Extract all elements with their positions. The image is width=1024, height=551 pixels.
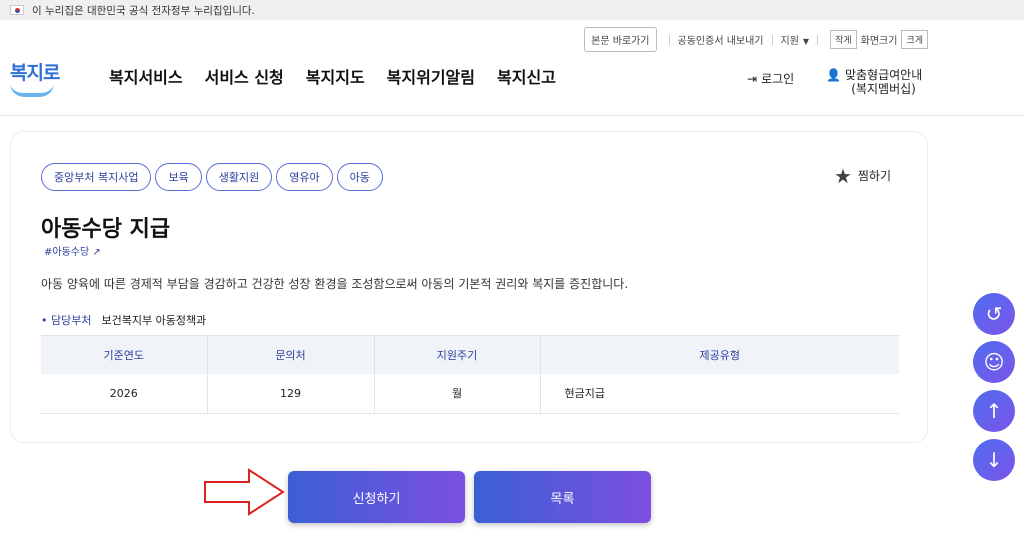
department-label: 담당부처 <box>41 312 91 328</box>
nav-welfare-services[interactable]: 복지서비스 <box>109 64 183 88</box>
favorite-label: 찜하기 <box>857 169 891 183</box>
font-large-button[interactable]: 크게 <box>901 30 928 49</box>
page-title: 아동수당 지급 <box>41 217 171 242</box>
membership-text: 맞춤형급여안내 (복지멤버십) <box>845 68 922 96</box>
korea-flag-icon <box>10 5 24 15</box>
pointer-arrow-icon <box>204 468 285 516</box>
logo-smile-icon <box>10 83 54 97</box>
login-label: 로그인 <box>761 72 795 86</box>
gov-banner: 이 누리집은 대한민국 공식 전자정부 누리집입니다. <box>0 0 1024 20</box>
main-nav: 복지서비스 서비스 신청 복지지도 복지위기알림 복지신고 <box>109 64 556 88</box>
nav-welfare-map[interactable]: 복지지도 <box>306 64 365 88</box>
membership-line2: (복지멤버십) <box>851 82 916 96</box>
apply-button[interactable]: 신청하기 <box>288 471 465 523</box>
list-button[interactable]: 목록 <box>474 471 651 523</box>
chevron-down-icon: ▼ <box>802 37 810 46</box>
info-table: 기준연도 문의처 지원주기 제공유형 2026 129 월 현금지급 <box>41 335 899 414</box>
divider <box>668 34 670 45</box>
gov-banner-text: 이 누리집은 대한민국 공식 전자정부 누리집입니다. <box>32 4 255 17</box>
membership-line1: 맞춤형급여안내 <box>844 68 923 82</box>
service-description: 아동 양육에 따른 경제적 부담을 경감하고 건강한 성장 환경을 조성함으로써… <box>41 277 629 291</box>
header-cycle: 지원주기 <box>374 335 541 374</box>
header-year: 기준연도 <box>41 335 208 374</box>
tag-list: 중앙부처 복지사업 보육 생활지원 영유아 아동 <box>41 163 383 191</box>
header-type: 제공유형 <box>540 335 899 374</box>
table-row: 2026 129 월 현금지급 <box>41 373 899 414</box>
screen-size-label: 화면크기 <box>860 36 898 47</box>
divider <box>771 34 773 45</box>
arrow-up-icon: ↑ <box>985 399 1003 423</box>
star-icon: ★ <box>833 163 852 188</box>
divider <box>817 34 819 45</box>
hashtag-label: #아동수당 <box>44 247 90 258</box>
nav-welfare-report[interactable]: 복지신고 <box>497 64 556 88</box>
cell-year: 2026 <box>41 373 208 414</box>
scroll-top-button[interactable]: ↑ <box>973 390 1015 432</box>
hashtag-link[interactable]: #아동수당 ↗ <box>44 243 101 258</box>
table-header-row: 기준연도 문의처 지원주기 제공유형 <box>41 335 899 374</box>
scroll-bottom-button[interactable]: ↓ <box>973 439 1015 481</box>
membership-link[interactable]: 👤 맞춤형급여안내 (복지멤버십) <box>826 68 922 96</box>
login-icon: ⇥ <box>747 71 758 86</box>
utility-menu: 본문 바로가기 공동인증서 내보내기 지원 ▼ 작게 화면크기 크게 <box>584 27 932 52</box>
cert-export-link[interactable]: 공동인증서 내보내기 <box>678 32 764 47</box>
nav-crisis-alert[interactable]: 복지위기알림 <box>387 64 475 88</box>
user-add-icon: 👤 <box>826 68 841 82</box>
font-small-button[interactable]: 작게 <box>830 30 857 49</box>
support-dropdown[interactable]: 지원 ▼ <box>781 32 810 47</box>
header: 본문 바로가기 공동인증서 내보내기 지원 ▼ 작게 화면크기 크게 복지로 복지… <box>0 20 1024 116</box>
header-contact: 문의처 <box>207 335 375 374</box>
skip-to-content-link[interactable]: 본문 바로가기 <box>584 27 657 52</box>
department-value: 보건복지부 아동정책과 <box>101 314 207 327</box>
service-detail-card: 중앙부처 복지사업 보육 생활지원 영유아 아동 ★ 찜하기 아동수당 지급 #… <box>10 131 928 443</box>
cell-cycle: 월 <box>374 373 541 414</box>
tag-item[interactable]: 생활지원 <box>205 163 273 191</box>
recent-history-button[interactable]: ↺ <box>973 293 1015 335</box>
chatbot-icon: ☺ <box>983 350 1005 374</box>
arrow-down-icon: ↓ <box>985 448 1003 472</box>
support-label: 지원 <box>780 36 799 47</box>
favorite-button[interactable]: ★ 찜하기 <box>833 163 891 188</box>
history-icon: ↺ <box>985 302 1003 326</box>
nav-service-apply[interactable]: 서비스 신청 <box>205 64 284 88</box>
tag-item[interactable]: 중앙부처 복지사업 <box>41 163 152 191</box>
external-link-icon: ↗ <box>92 247 101 258</box>
tag-item[interactable]: 보육 <box>155 163 202 191</box>
tag-item[interactable]: 영유아 <box>276 163 333 191</box>
cell-type: 현금지급 <box>540 373 899 414</box>
chatbot-button[interactable]: ☺ <box>973 341 1015 383</box>
site-logo[interactable]: 복지로 <box>10 58 60 85</box>
login-link[interactable]: ⇥ 로그인 <box>747 70 794 87</box>
department-info: 담당부처 보건복지부 아동정책과 <box>41 312 206 328</box>
tag-item[interactable]: 아동 <box>336 163 383 191</box>
cell-contact: 129 <box>207 373 375 414</box>
